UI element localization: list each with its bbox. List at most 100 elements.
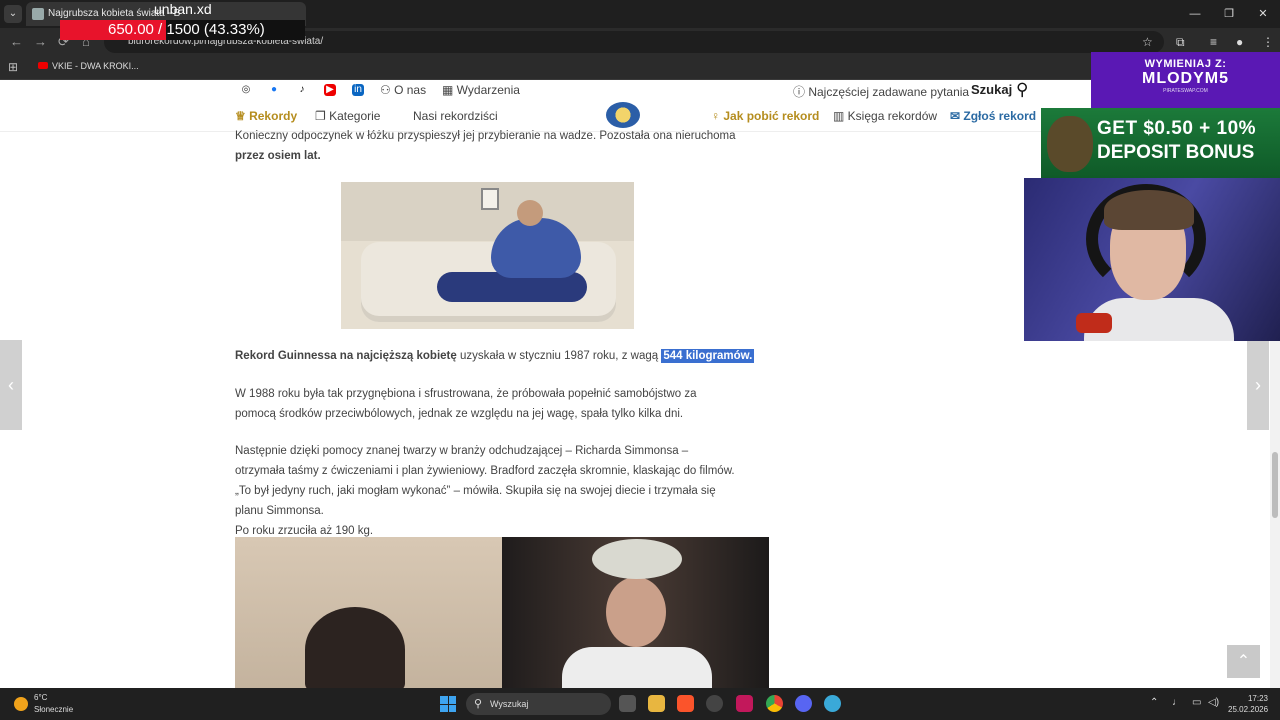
p4b-text: Po roku zrzuciła aż 190 kg.: [235, 525, 374, 537]
face-shape: [606, 577, 666, 647]
ad-line1: GET $0.50 + 10%: [1097, 118, 1257, 139]
sun-icon[interactable]: [14, 697, 28, 711]
taskbar-search[interactable]: ⚲ Wyszukaj: [466, 693, 611, 715]
brave-icon[interactable]: [677, 695, 694, 712]
paragraph-4: Następnie dzięki pomocy znanej twarzy w …: [235, 441, 740, 541]
article-image-woman-sofa: [341, 182, 634, 329]
banner-line3: PIRATESWAP.COM: [1163, 88, 1208, 94]
next-article-arrow[interactable]: ›: [1247, 340, 1269, 430]
article-image-before-after: [235, 537, 769, 692]
menu-categories[interactable]: ❐ Kategorie: [315, 109, 380, 123]
ad-line2: DEPOSIT BONUS: [1097, 142, 1255, 163]
search-icon[interactable]: ⚲: [1016, 80, 1028, 100]
network-icon[interactable]: ▭: [1192, 697, 1201, 708]
menu-records[interactable]: ♕ Rekordy: [235, 109, 297, 123]
microphone-icon[interactable]: ♩: [1172, 697, 1182, 708]
chrome-icon[interactable]: [766, 695, 783, 712]
woman-head: [517, 200, 543, 226]
instagram-icon[interactable]: ◎: [240, 84, 252, 96]
streamer-webcam: [1024, 178, 1280, 341]
p2-highlight[interactable]: 544 kilogramów.: [661, 349, 755, 363]
menu-how-to[interactable]: ♀ Jak pobić rekord: [711, 109, 819, 123]
app-icon[interactable]: [824, 695, 841, 712]
stream-promo-banner: WYMIENIAJ Z: MLODYM5 PIRATESWAP.COM: [1091, 52, 1280, 108]
prev-article-arrow[interactable]: ‹: [0, 340, 22, 430]
file-explorer-icon[interactable]: [648, 695, 665, 712]
wall-frame: [481, 188, 499, 210]
forward-icon[interactable]: →: [34, 34, 47, 49]
paragraph-3: W 1988 roku była tak przygnębiona i sfru…: [235, 388, 697, 420]
tiktok-icon[interactable]: ♪: [296, 84, 308, 96]
banner-line1: WYMIENIAJ Z:: [1144, 58, 1227, 70]
banner-line2: MLODYM5: [1142, 70, 1229, 87]
stream-goal-text: 650.00 / 1500 (43.33%): [108, 21, 265, 38]
menu-icon[interactable]: ⋮: [1262, 35, 1274, 49]
shirt-shape: [562, 647, 712, 692]
menu-how-to-label: Jak pobić rekord: [723, 109, 820, 123]
bookmark-star-icon[interactable]: ☆: [1142, 35, 1153, 49]
paragraph-1: Konieczny odpoczynek w łóżku przyspieszy…: [235, 126, 755, 166]
mascot-icon: [1047, 116, 1093, 172]
maximize-button[interactable]: ❐: [1212, 0, 1246, 28]
stream-username: unban.xd: [154, 1, 212, 17]
stream-goal-bar: 650.00 / 1500 (43.33%): [60, 20, 305, 40]
apps-icon[interactable]: ⊞: [8, 60, 18, 74]
about-label: O nas: [394, 83, 427, 97]
weather-desc[interactable]: Słonecznie: [34, 705, 73, 714]
p1-text: Konieczny odpoczynek w łóżku przyspieszy…: [235, 130, 736, 142]
bookmarks-bar: ⊞ VKIE - DWA KROKI...: [0, 56, 1280, 80]
profile-icon[interactable]: ●: [1236, 35, 1243, 49]
menu-record-holders[interactable]: Nasi rekordziści: [413, 109, 498, 123]
p2-bold: Rekord Guinnessa na najcięższą kobietę: [235, 350, 457, 362]
p4a-text: Następnie dzięki pomocy znanej twarzy w …: [235, 445, 735, 517]
woman-body: [491, 218, 581, 278]
p1-bold: przez osiem lat.: [235, 150, 321, 162]
article-body-2: Rekord Guinnessa na najcięższą kobietę u…: [235, 346, 755, 541]
tab-search-button[interactable]: ⌄: [4, 5, 22, 23]
youtube-icon: [38, 62, 48, 69]
favicon-icon: [32, 8, 44, 20]
app-a-icon[interactable]: [736, 695, 753, 712]
weather-temp[interactable]: 6°C: [34, 693, 47, 702]
search-icon: ⚲: [474, 698, 483, 710]
start-icon[interactable]: [440, 696, 456, 712]
hair-shape: [592, 539, 682, 579]
reading-list-icon[interactable]: ≡: [1210, 35, 1217, 49]
clock-time: 17:23: [1247, 694, 1268, 703]
menu-categories-label: Kategorie: [329, 109, 381, 123]
scrollbar-thumb[interactable]: [1272, 452, 1278, 518]
minimize-button[interactable]: —: [1178, 0, 1212, 28]
obs-icon[interactable]: [706, 695, 723, 712]
menu-book[interactable]: ▥ Księga rekordów: [833, 109, 937, 123]
linkedin-icon[interactable]: in: [352, 84, 364, 96]
window-controls: — ❐ ✕: [1178, 0, 1280, 28]
microphone-icon: [1076, 313, 1112, 333]
hair-shape: [305, 607, 405, 692]
about-link[interactable]: ⚇ O nas: [380, 83, 426, 97]
faq-link[interactable]: ⓘ Najczęściej zadawane pytania: [793, 83, 969, 100]
menu-submit[interactable]: ✉ Zgłoś rekord: [950, 109, 1036, 123]
back-icon[interactable]: ←: [10, 34, 23, 49]
bookmark-item[interactable]: VKIE - DWA KROKI...: [38, 61, 139, 71]
extensions-icon[interactable]: ⧉: [1176, 35, 1185, 50]
clock-date: 25.02.2026: [1228, 705, 1269, 714]
volume-icon[interactable]: ◁): [1208, 697, 1219, 708]
image-after: [502, 537, 769, 692]
site-logo[interactable]: [606, 102, 640, 128]
webcam-hair: [1104, 190, 1194, 230]
scroll-to-top-button[interactable]: ⌃: [1227, 645, 1260, 678]
system-clock[interactable]: 17:23 25.02.2026: [1228, 693, 1268, 715]
taskbar-search-label: Wyszukaj: [490, 699, 529, 709]
faq-label: Najczęściej zadawane pytania: [808, 85, 970, 99]
close-button[interactable]: ✕: [1246, 0, 1280, 28]
events-label: Wydarzenia: [456, 83, 520, 97]
youtube-icon[interactable]: ▶: [324, 84, 336, 96]
facebook-icon[interactable]: ●: [268, 84, 280, 96]
p2-text: uzyskała w styczniu 1987 roku, z wagą: [456, 350, 662, 362]
search-label[interactable]: Szukaj: [971, 82, 1012, 97]
tray-overflow-icon[interactable]: ⌃: [1150, 697, 1158, 708]
menu-book-label: Księga rekordów: [847, 109, 938, 123]
task-view-icon[interactable]: [619, 695, 636, 712]
discord-icon[interactable]: [795, 695, 812, 712]
events-link[interactable]: ▦ Wydarzenia: [442, 83, 520, 97]
